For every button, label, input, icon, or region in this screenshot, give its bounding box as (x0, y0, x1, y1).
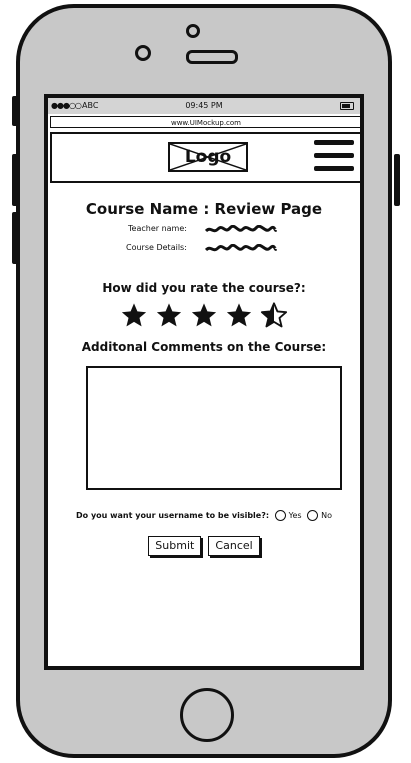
phone-power-button (394, 154, 400, 206)
phone-volume-down-button (12, 212, 18, 264)
teacher-name-label: Teacher name: (128, 224, 187, 233)
phone-front-camera (135, 45, 151, 61)
star-full-icon[interactable] (224, 301, 254, 329)
phone-side-button (12, 96, 18, 126)
status-bar: ●●●○○ ABC 09:45 PM (48, 98, 360, 114)
home-button[interactable] (180, 688, 234, 742)
star-full-icon[interactable] (154, 301, 184, 329)
star-half-icon[interactable] (259, 301, 289, 329)
url-bar[interactable]: www.UIMockup.com (50, 116, 360, 128)
phone-volume-up-button (12, 154, 18, 206)
star-rating[interactable] (48, 301, 360, 333)
page-title: Course Name : Review Page (85, 200, 323, 218)
teacher-name-redacted (205, 225, 277, 233)
course-details-redacted (205, 244, 277, 252)
visibility-row: Do you want your username to be visible?… (48, 509, 360, 523)
star-full-icon[interactable] (189, 301, 219, 329)
phone-frame: ●●●○○ ABC 09:45 PM www.UIMockup.com Logo… (12, 4, 400, 758)
visibility-question: Do you want your username to be visible?… (76, 511, 270, 520)
form-buttons: Submit Cancel (48, 534, 360, 556)
visibility-yes-radio[interactable] (274, 510, 286, 521)
course-details-label: Course Details: (126, 243, 187, 252)
comments-textarea[interactable] (86, 366, 342, 490)
rating-question: How did you rate the course?: (102, 281, 306, 295)
cancel-button[interactable]: Cancel (208, 536, 260, 556)
hamburger-menu-icon[interactable] (314, 140, 354, 176)
phone-speaker (186, 50, 238, 64)
visibility-no-radio[interactable] (307, 510, 319, 521)
status-time: 09:45 PM (185, 101, 223, 110)
visibility-no-label: No (321, 511, 332, 520)
battery-icon (340, 102, 354, 110)
nav-bar: Logo (50, 132, 360, 183)
logo-text: Logo (184, 147, 232, 167)
phone-sensor (186, 24, 200, 38)
phone-screen: ●●●○○ ABC 09:45 PM www.UIMockup.com Logo… (44, 94, 364, 670)
star-full-icon[interactable] (119, 301, 149, 329)
visibility-yes-label: Yes (288, 511, 302, 520)
submit-button[interactable]: Submit (148, 536, 202, 556)
comments-label: Additonal Comments on the Course: (81, 340, 327, 354)
logo[interactable]: Logo (168, 142, 248, 172)
